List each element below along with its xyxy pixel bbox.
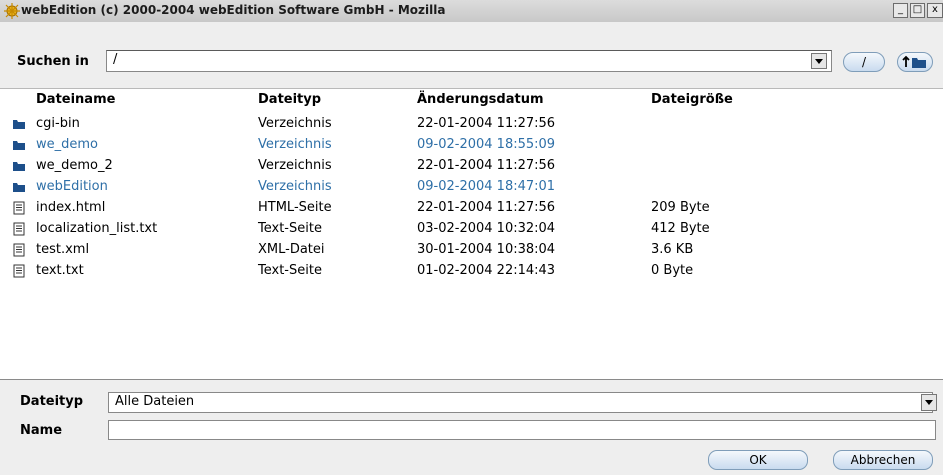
file-date: 09-02-2004 18:47:01: [417, 179, 556, 194]
column-header-name[interactable]: Dateiname: [36, 92, 115, 107]
close-button[interactable]: x: [927, 3, 943, 18]
minimize-button[interactable]: _: [893, 3, 908, 18]
file-date: 09-02-2004 18:55:09: [417, 137, 556, 152]
file-list: Dateiname Dateityp Änderungsdatum Dateig…: [0, 89, 943, 380]
file-name: we_demo_2: [36, 158, 113, 173]
app-icon: [4, 3, 20, 19]
file-type-select[interactable]: Alle Dateien: [108, 392, 933, 413]
file-type-dropdown-arrow-icon[interactable]: [921, 394, 937, 411]
file-date: 22-01-2004 11:27:56: [417, 158, 556, 173]
path-dropdown-arrow-icon[interactable]: [811, 53, 827, 69]
file-type: HTML-Seite: [258, 200, 332, 215]
parent-directory-button[interactable]: [897, 52, 933, 72]
file-type-value: Alle Dateien: [115, 394, 195, 409]
root-directory-button[interactable]: /: [843, 52, 885, 72]
file-options-panel: Dateityp Alle Dateien Name OK Abbrechen: [0, 380, 943, 475]
window-title: webEdition (c) 2000-2004 webEdition Soft…: [21, 3, 446, 17]
file-type: Text-Seite: [258, 263, 322, 278]
file-name: cgi-bin: [36, 116, 80, 131]
path-select[interactable]: /: [106, 50, 832, 72]
document-icon: [13, 243, 25, 257]
document-icon: [13, 264, 25, 278]
file-date: 22-01-2004 11:27:56: [417, 116, 556, 131]
path-value: /: [113, 52, 118, 67]
maximize-button[interactable]: □: [910, 3, 925, 18]
file-date: 01-02-2004 22:14:43: [417, 263, 556, 278]
file-date: 22-01-2004 11:27:56: [417, 200, 556, 215]
folder-icon: [13, 141, 25, 150]
file-name: webEdition: [36, 179, 108, 194]
file-type: Verzeichnis: [258, 179, 332, 194]
folder-icon: [13, 162, 25, 171]
search-in-label: Suchen in: [17, 54, 89, 69]
file-date: 03-02-2004 10:32:04: [417, 221, 556, 236]
name-input[interactable]: [108, 420, 936, 440]
file-row[interactable]: text.txt Text-Seite 01-02-2004 22:14:43 0 B…: [0, 261, 943, 282]
file-row[interactable]: we_demo Verzeichnis 09-02-2004 18:55:09: [0, 135, 943, 156]
ok-button[interactable]: OK: [708, 450, 808, 470]
column-header-type[interactable]: Dateityp: [258, 92, 321, 107]
file-type: Text-Seite: [258, 221, 322, 236]
file-type: Verzeichnis: [258, 137, 332, 152]
title-bar: webEdition (c) 2000-2004 webEdition Soft…: [0, 0, 943, 23]
name-label: Name: [20, 423, 63, 438]
file-size: 209 Byte: [651, 200, 710, 215]
file-name: localization_list.txt: [36, 221, 158, 236]
cancel-button[interactable]: Abbrechen: [833, 450, 933, 470]
document-icon: [13, 201, 25, 215]
file-name: text.txt: [36, 263, 84, 278]
file-name: we_demo: [36, 137, 98, 152]
folder-up-icon: [902, 55, 926, 68]
search-toolbar: Suchen in / /: [0, 22, 943, 89]
file-size: 0 Byte: [651, 263, 694, 278]
file-row[interactable]: webEdition Verzeichnis 09-02-2004 18:47:01: [0, 177, 943, 198]
file-row[interactable]: localization_list.txt Text-Seite 03-02-200…: [0, 219, 943, 240]
file-name: index.html: [36, 200, 106, 215]
file-type: Verzeichnis: [258, 158, 332, 173]
file-row[interactable]: cgi-bin Verzeichnis 22-01-2004 11:27:56: [0, 114, 943, 135]
file-type-label: Dateityp: [20, 394, 84, 409]
file-row[interactable]: test.xml XML-Datei 30-01-2004 10:38:04 3.6 …: [0, 240, 943, 261]
document-icon: [13, 222, 25, 236]
folder-icon: [13, 183, 25, 192]
folder-icon: [13, 120, 25, 129]
column-header-size[interactable]: Dateigröße: [651, 92, 733, 107]
file-row[interactable]: index.html HTML-Seite 22-01-2004 11:27:56 2…: [0, 198, 943, 219]
file-name: test.xml: [36, 242, 90, 257]
file-row[interactable]: we_demo_2 Verzeichnis 22-01-2004 11:27:56: [0, 156, 943, 177]
file-date: 30-01-2004 10:38:04: [417, 242, 556, 257]
file-size: 3.6 KB: [651, 242, 694, 257]
file-type: Verzeichnis: [258, 116, 332, 131]
file-size: 412 Byte: [651, 221, 710, 236]
column-header-date[interactable]: Änderungsdatum: [417, 92, 544, 107]
file-type: XML-Datei: [258, 242, 325, 257]
